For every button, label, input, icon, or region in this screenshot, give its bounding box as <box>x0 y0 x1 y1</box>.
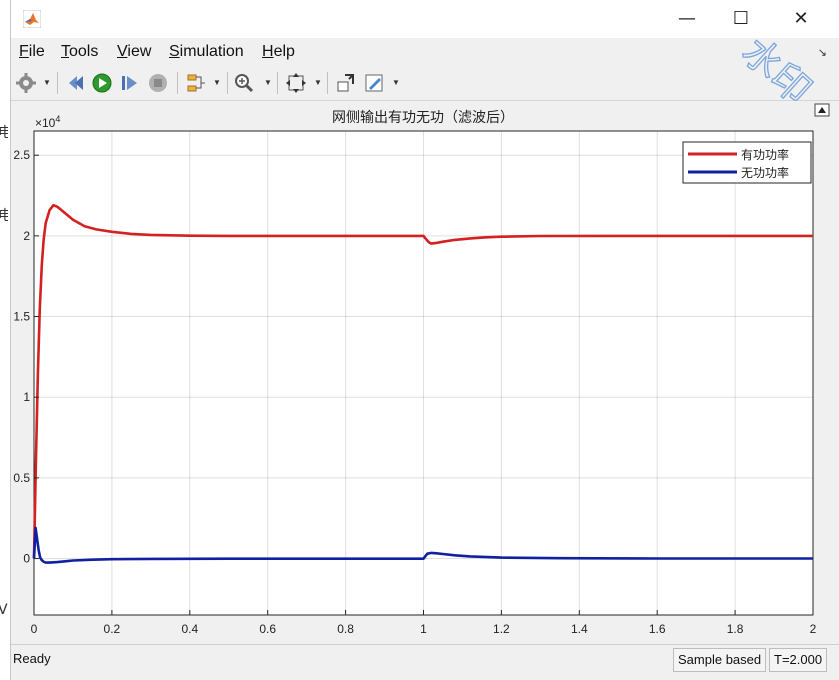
watermark: 水印 <box>733 28 820 113</box>
step-back-icon[interactable] <box>65 72 87 94</box>
menu-bar: File Tools View Simulation Help <box>11 38 839 66</box>
menu-file[interactable]: File <box>19 43 45 61</box>
highlight-block-icon[interactable] <box>335 72 357 94</box>
x-tick-label: 0.8 <box>337 622 354 636</box>
scope-window: — ☐ ✕ File Tools View Simulation Help ↘ … <box>10 0 839 680</box>
menu-simulation-label: imulation <box>179 43 244 60</box>
scope-chart[interactable]: 0 0.2 0.4 0.6 0.8 1 1.2 1.4 1.6 1.8 200.511.522.5 … <box>11 101 839 642</box>
toolbar-separator <box>277 72 278 94</box>
chevron-down-icon[interactable]: ▼ <box>314 78 322 87</box>
y-tick-label: 2.5 <box>13 148 30 162</box>
y-tick-label: 1 <box>23 390 30 404</box>
menu-help[interactable]: Help <box>262 43 295 61</box>
fit-to-view-icon[interactable] <box>285 72 307 94</box>
status-time: T=2.000 <box>769 648 828 672</box>
title-bar: — ☐ ✕ <box>11 0 839 38</box>
x-tick-label: 2 <box>810 622 817 636</box>
status-ready: Ready <box>13 651 51 666</box>
chevron-down-icon[interactable]: ▼ <box>264 78 272 87</box>
y-exponent-base: ×10 <box>35 116 56 130</box>
watermark-text: 水印 <box>734 29 820 113</box>
chevron-down-icon[interactable]: ▼ <box>213 78 221 87</box>
zoom-icon[interactable] <box>233 72 255 94</box>
toolbar: ▼ ▼ ▼ ▼ ▼ <box>11 66 839 101</box>
minimize-button[interactable]: — <box>665 6 709 32</box>
menu-help-accelerator: H <box>262 43 274 60</box>
style-icon[interactable] <box>363 72 385 94</box>
chevron-down-icon[interactable]: ▼ <box>43 78 51 87</box>
matlab-logo-icon <box>23 10 41 28</box>
x-tick-label: 1.6 <box>649 622 666 636</box>
menu-tools[interactable]: Tools <box>61 43 98 61</box>
gear-icon[interactable] <box>15 72 37 94</box>
y-tick-label: 0.5 <box>13 471 30 485</box>
status-sample-mode: Sample based <box>673 648 767 672</box>
legend-label-active-power: 有功功率 <box>741 147 789 162</box>
menu-help-label: elp <box>273 43 295 60</box>
y-exponent-power: 4 <box>55 114 60 124</box>
stop-icon[interactable] <box>147 72 169 94</box>
y-tick-label: 0 <box>23 552 30 566</box>
x-tick-label: 0.6 <box>259 622 276 636</box>
x-tick-label: 0.4 <box>181 622 198 636</box>
run-icon[interactable] <box>91 72 113 94</box>
menu-file-accelerator: F <box>19 43 29 60</box>
toolbar-separator <box>327 72 328 94</box>
background-fragment: 电 <box>0 208 8 224</box>
chart-title: 网侧输出有功无功（滤波后） <box>332 110 514 126</box>
x-tick-label: 0.2 <box>104 622 121 636</box>
menu-simulation[interactable]: Simulation <box>169 43 244 61</box>
legend[interactable]: 有功功率 无功功率 <box>682 141 812 184</box>
background-fragment: V <box>0 602 8 618</box>
toolbar-separator <box>227 72 228 94</box>
menu-tools-label: ools <box>69 43 99 60</box>
signal-selector-icon[interactable] <box>185 72 207 94</box>
y-tick-label: 2 <box>23 229 30 243</box>
background-fragment: 电 <box>0 125 8 141</box>
chevron-down-icon[interactable]: ▼ <box>392 78 400 87</box>
x-tick-label: 1 <box>420 622 427 636</box>
step-forward-icon[interactable] <box>119 72 141 94</box>
menu-simulation-accelerator: S <box>169 43 180 60</box>
menu-view[interactable]: View <box>117 43 151 61</box>
y-exponent-label: ×104 <box>35 114 60 130</box>
x-tick-label: 0 <box>31 622 38 636</box>
y-tick-label: 1.5 <box>13 310 30 324</box>
x-tick-label: 1.8 <box>727 622 744 636</box>
legend-label-reactive-power: 无功功率 <box>741 165 789 180</box>
status-bar: Ready Sample based T=2.000 <box>11 644 839 675</box>
toolbar-separator <box>57 72 58 94</box>
menu-tools-accelerator: T <box>61 43 69 60</box>
plot-area: 0 0.2 0.4 0.6 0.8 1 1.2 1.4 1.6 1.8 2 0 0.5 1 1.5 2 2.5 … <box>11 101 839 642</box>
menu-file-label: ile <box>28 43 45 60</box>
toolbar-separator <box>177 72 178 94</box>
x-tick-label: 1.2 <box>493 622 510 636</box>
x-tick-label: 1.4 <box>571 622 588 636</box>
menu-view-accelerator: V <box>117 43 128 60</box>
menu-view-label: iew <box>127 43 152 60</box>
